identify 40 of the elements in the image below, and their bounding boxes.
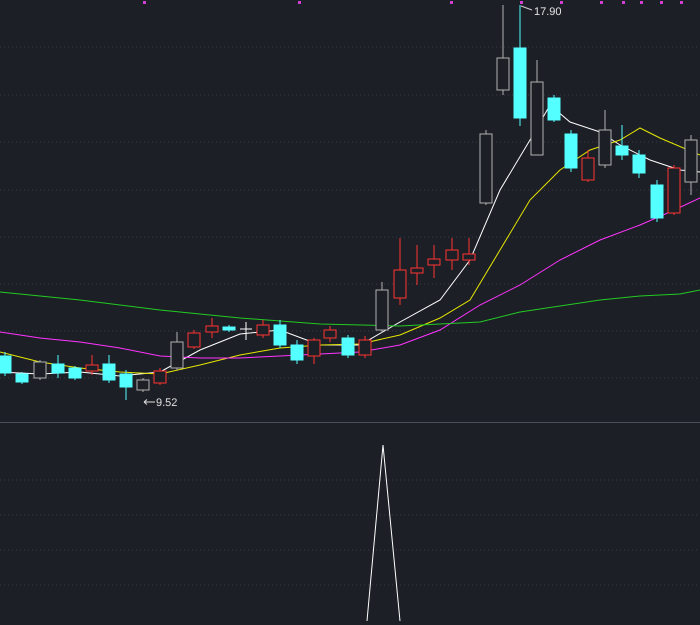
- candlestick: [102, 354, 116, 384]
- candlestick: [410, 244, 424, 286]
- candlestick: [52, 354, 64, 378]
- candlestick: [222, 324, 236, 332]
- candlestick: [582, 150, 594, 182]
- candlestick: [428, 244, 440, 278]
- candlestick: [0, 352, 12, 376]
- low-price-label: 9.52: [156, 397, 178, 409]
- candlestick: [154, 368, 166, 386]
- candlestick: [16, 372, 28, 384]
- high-price-label: 17.90: [534, 6, 562, 18]
- candlestick: [86, 354, 98, 376]
- low-price-arrow-icon: [144, 399, 156, 405]
- candlestick: [548, 94, 560, 122]
- candlestick: [324, 326, 336, 342]
- candlestick: [136, 378, 150, 392]
- candlestick: [462, 238, 476, 266]
- candlestick: [274, 320, 286, 348]
- candlestick: [170, 332, 184, 370]
- candlestick: [342, 334, 354, 358]
- candlestick: [256, 320, 270, 338]
- candlestick: [188, 330, 200, 350]
- candlestick: [120, 370, 132, 400]
- candlestick: [206, 318, 218, 338]
- candlestick: [668, 164, 680, 216]
- candlestick: [650, 180, 664, 222]
- candlestick: [68, 366, 82, 380]
- candlestick: [394, 238, 406, 306]
- candlestick: [446, 238, 458, 270]
- candlestick: [684, 134, 698, 196]
- candlestick: [358, 336, 372, 358]
- candlestick: [376, 282, 388, 334]
- candlestick: [308, 338, 320, 364]
- candlestick: [34, 360, 46, 380]
- candlestick: [598, 110, 612, 168]
- candlestick: [290, 340, 304, 364]
- candlestick: [632, 150, 646, 178]
- candlestick: [240, 322, 252, 340]
- candlestick: [616, 124, 628, 160]
- candlestick: [564, 130, 578, 172]
